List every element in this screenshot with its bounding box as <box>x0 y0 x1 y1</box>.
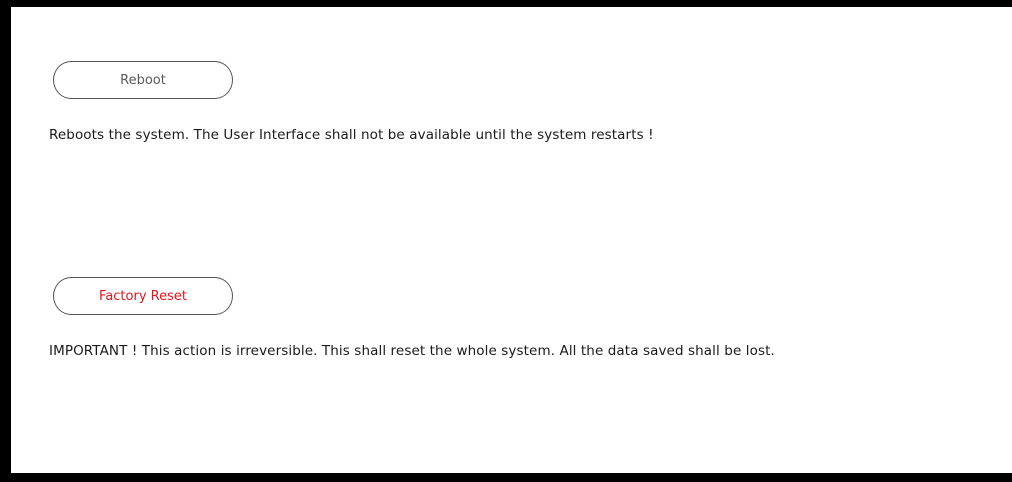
factory-reset-button[interactable]: Factory Reset <box>53 277 233 315</box>
reboot-button[interactable]: Reboot <box>53 61 233 99</box>
reboot-description: Reboots the system. The User Interface s… <box>49 127 654 143</box>
system-actions-panel: Reboot Reboots the system. The User Inte… <box>0 0 1012 482</box>
factory-reset-warning: IMPORTANT ! This action is irreversible.… <box>49 343 775 359</box>
